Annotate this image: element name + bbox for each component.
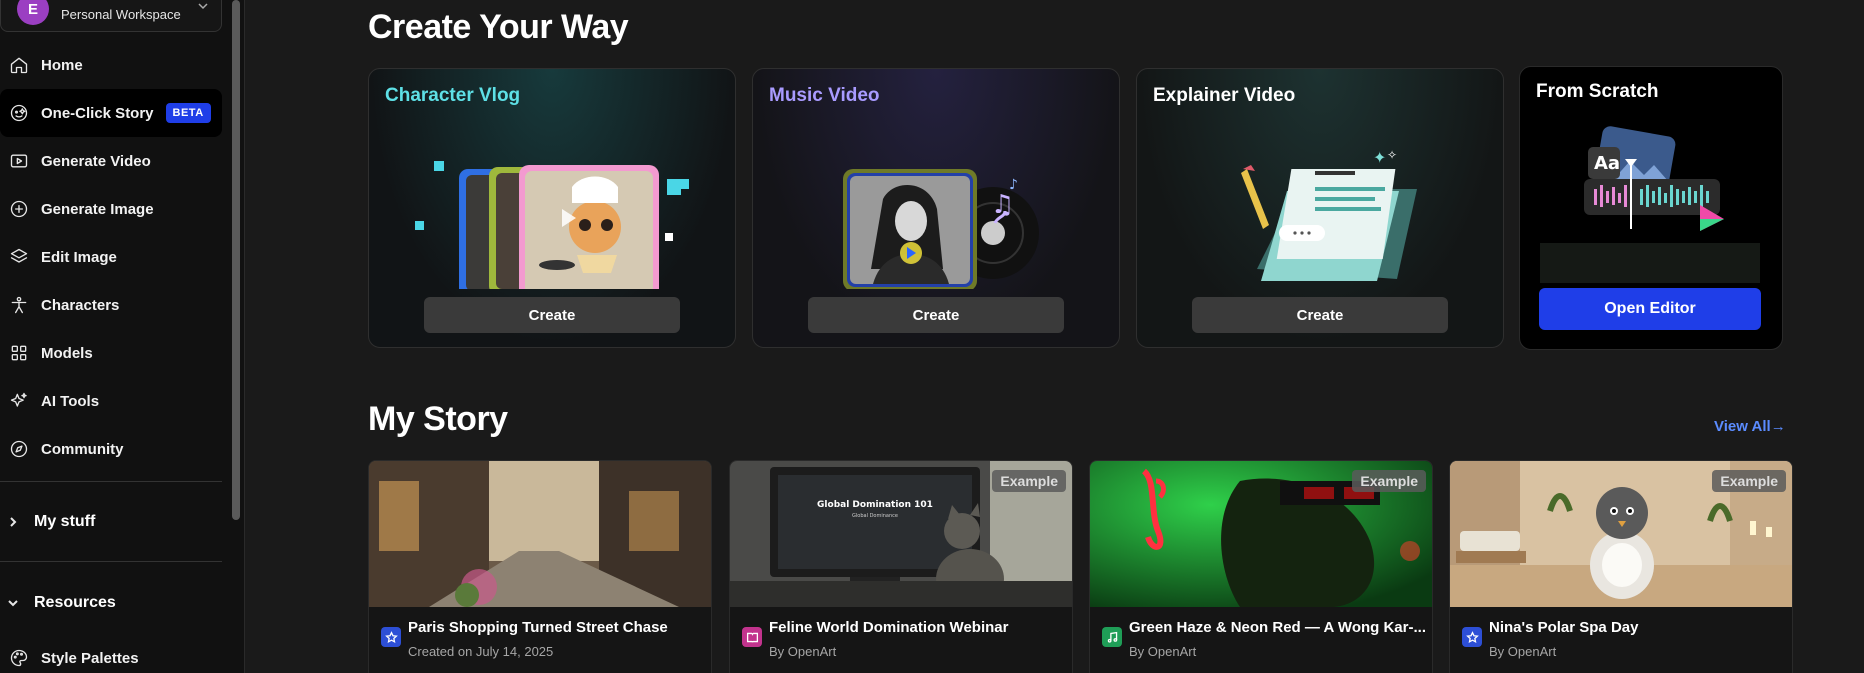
screen-subtitle: Global Dominance: [852, 513, 898, 519]
story-title: Feline World Domination Webinar: [769, 619, 1009, 636]
arrow-right-icon: →: [1770, 418, 1786, 435]
sidebar-item-community[interactable]: Community: [0, 425, 222, 473]
main-content: Create Your Way Character Vlog Create Mu…: [246, 0, 1864, 673]
example-badge: Example: [1712, 470, 1786, 492]
sidebar-item-label: Style Palettes: [41, 649, 139, 667]
card-title: From Scratch: [1536, 81, 1659, 102]
chevron-right-icon: [10, 517, 17, 527]
sidebar-item-characters[interactable]: Characters: [0, 281, 222, 329]
sidebar-item-label: Generate Image: [41, 200, 154, 218]
sidebar-item-home[interactable]: Home: [0, 41, 222, 89]
chevron-down-icon: [197, 0, 209, 17]
story-card-polar-spa[interactable]: Example Nina's Polar Spa Day By OpenArt: [1449, 460, 1793, 673]
editor-illustration: Aa: [1540, 126, 1760, 283]
sidebar: E Personal Workspace Home One-Click Stor…: [0, 0, 245, 673]
star-icon: [381, 627, 401, 647]
story-meta: By OpenArt: [769, 644, 837, 659]
sparkle-face-icon: [8, 102, 30, 124]
card-title: Character Vlog: [385, 85, 521, 106]
chevron-down-icon: [8, 600, 18, 607]
workspace-switcher[interactable]: E Personal Workspace: [0, 0, 222, 32]
card-title: Explainer Video: [1153, 85, 1296, 106]
story-meta: Created on July 14, 2025: [408, 644, 554, 659]
compass-icon: [8, 438, 30, 460]
sidebar-item-ai-tools[interactable]: AI Tools: [0, 377, 222, 425]
music-video-illustration: ♫ ♪: [843, 169, 1039, 289]
story-card-feline[interactable]: Global Domination 101 Global Dominance E…: [729, 460, 1073, 673]
section-label: Resources: [34, 594, 116, 611]
svg-text:✦: ✦: [1373, 148, 1386, 167]
person-icon: [8, 294, 30, 316]
svg-text:♫: ♫: [991, 190, 1014, 220]
character-vlog-card[interactable]: Character Vlog Create: [368, 68, 736, 348]
example-badge: Example: [1352, 470, 1426, 492]
sidebar-item-label: AI Tools: [41, 392, 100, 410]
sidebar-scrollbar[interactable]: [232, 0, 240, 520]
section-resources[interactable]: Resources: [0, 585, 222, 621]
svg-text:♪: ♪: [1009, 177, 1018, 193]
home-icon: [8, 54, 30, 76]
workspace-label: Personal Workspace: [61, 7, 181, 22]
story-thumbnail: [369, 461, 711, 607]
sidebar-item-generate-image[interactable]: Generate Image: [0, 185, 222, 233]
section-my-stuff[interactable]: My stuff: [0, 504, 222, 540]
sidebar-item-label: Characters: [41, 296, 120, 314]
story-card-paris[interactable]: Paris Shopping Turned Street Chase Creat…: [368, 460, 712, 673]
sidebar-divider: [0, 481, 222, 482]
explainer-video-card[interactable]: Explainer Video ✦ ✧ Create: [1136, 68, 1504, 348]
open-editor-button[interactable]: Open Editor: [1539, 288, 1761, 330]
story-thumbnail: Example: [1090, 461, 1432, 607]
video-icon: [8, 150, 30, 172]
create-button[interactable]: Create: [424, 297, 680, 333]
svg-text:✧: ✧: [1387, 148, 1397, 162]
sidebar-item-one-click-story[interactable]: One-Click Story BETA: [0, 89, 222, 137]
character-vlog-illustration: [415, 161, 689, 289]
workspace-avatar: E: [17, 0, 49, 25]
create-button[interactable]: Create: [808, 297, 1064, 333]
sidebar-item-label: Models: [41, 344, 93, 362]
create-button[interactable]: Create: [1192, 297, 1448, 333]
palette-icon: [8, 647, 30, 669]
story-meta: By OpenArt: [1129, 644, 1197, 659]
font-sample-text: Aa: [1594, 153, 1620, 174]
story-meta: By OpenArt: [1489, 644, 1557, 659]
story-title: Nina's Polar Spa Day: [1489, 619, 1639, 636]
sidebar-item-label: One-Click Story: [41, 104, 154, 122]
example-badge: Example: [992, 470, 1066, 492]
story-thumbnail: Global Domination 101 Global Dominance E…: [730, 461, 1072, 607]
music-video-card[interactable]: Music Video ♫ ♪ Create: [752, 68, 1120, 348]
sidebar-item-label: Community: [41, 440, 124, 458]
sidebar-item-models[interactable]: Models: [0, 329, 222, 377]
sidebar-item-label: Home: [41, 56, 83, 74]
story-title: Paris Shopping Turned Street Chase: [408, 619, 668, 636]
explainer-video-illustration: ✦ ✧: [1241, 148, 1417, 281]
section-label: My stuff: [34, 513, 96, 530]
sidebar-item-generate-video[interactable]: Generate Video: [0, 137, 222, 185]
sidebar-item-label: Edit Image: [41, 248, 117, 266]
story-title: Green Haze & Neon Red — A Wong Kar-...: [1129, 619, 1426, 636]
plus-circle-icon: [8, 198, 30, 220]
my-story-title: My Story: [368, 400, 508, 438]
sidebar-divider: [0, 561, 222, 562]
star-icon: [1462, 627, 1482, 647]
view-all-link[interactable]: View All→: [1714, 418, 1786, 435]
sidebar-item-style-palettes[interactable]: Style Palettes: [0, 634, 222, 673]
create-your-way-title: Create Your Way: [368, 8, 629, 46]
music-icon: [1102, 627, 1122, 647]
sidebar-item-label: Generate Video: [41, 152, 151, 170]
screen-title: Global Domination 101: [817, 500, 933, 510]
view-all-label: View All: [1714, 418, 1771, 435]
beta-badge: BETA: [165, 103, 211, 123]
grid-icon: [8, 342, 30, 364]
sidebar-item-edit-image[interactable]: Edit Image: [0, 233, 222, 281]
story-card-green-haze[interactable]: Example Green Haze & Neon Red — A Wong K…: [1089, 460, 1433, 673]
from-scratch-card[interactable]: From Scratch Aa Open Editor: [1519, 66, 1783, 350]
card-title: Music Video: [769, 85, 880, 106]
sparkles-icon: [8, 390, 30, 412]
layers-icon: [8, 246, 30, 268]
book-icon: [742, 627, 762, 647]
story-thumbnail: Example: [1450, 461, 1792, 607]
